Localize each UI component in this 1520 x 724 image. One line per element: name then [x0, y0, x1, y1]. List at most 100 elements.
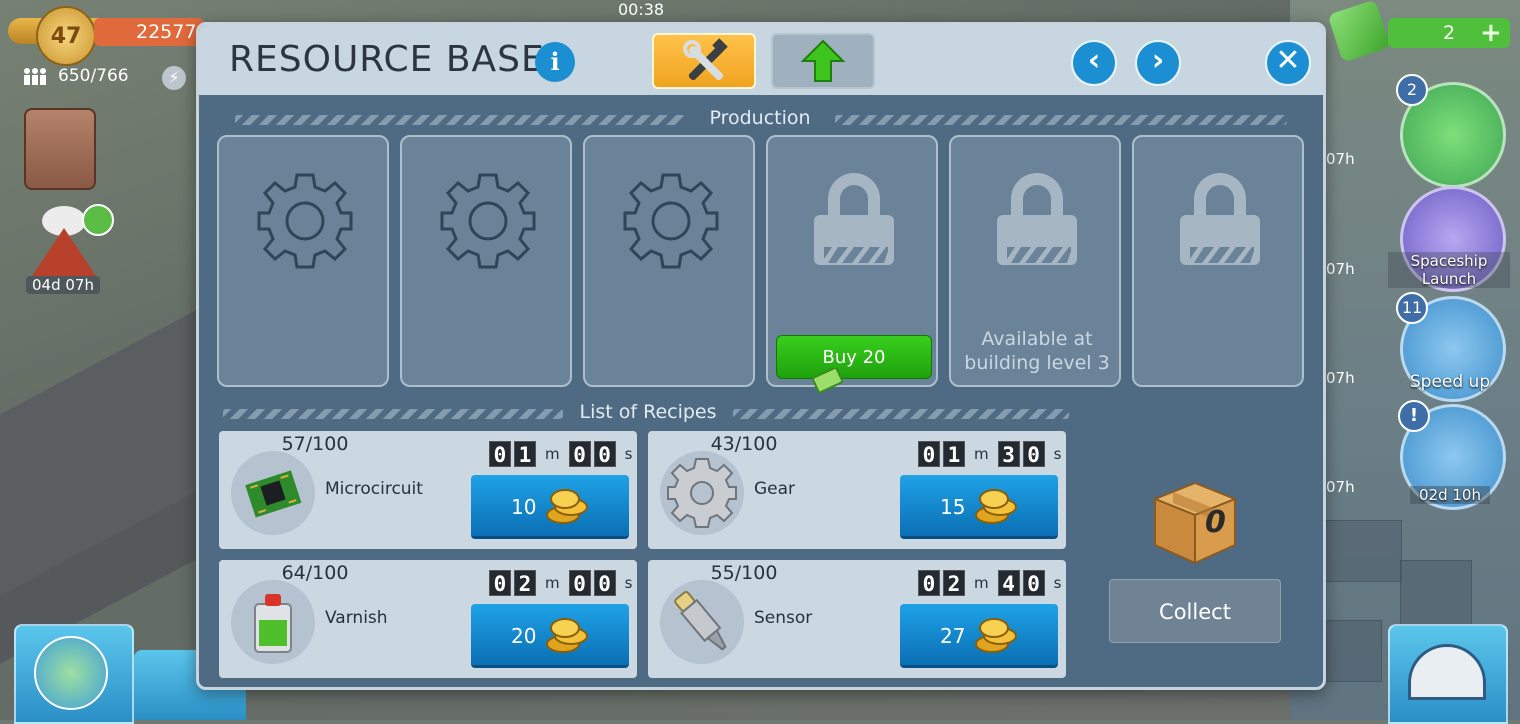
recipe-price: 15	[940, 495, 966, 519]
locked-production-slot[interactable]	[1132, 135, 1304, 387]
timer-digit: 1	[514, 441, 536, 467]
recipe-duration: 02 m 00 s	[489, 570, 638, 596]
side-timer: 07h	[1326, 369, 1355, 387]
dialog-header: RESOURCE BASE i ‹ › ✕	[199, 25, 1323, 95]
speed-up-label: Speed up	[1409, 372, 1491, 392]
timer-digit: 0	[918, 441, 940, 467]
produce-sensor-button[interactable]: 27	[900, 604, 1058, 668]
recipes-label: List of Recipes	[579, 401, 717, 423]
timer-digit: 0	[593, 570, 616, 596]
sensor-icon	[660, 580, 744, 664]
seconds-unit: s	[1053, 445, 1062, 463]
tab-production[interactable]	[652, 33, 756, 89]
buy-slot-button[interactable]: Buy 20	[776, 335, 932, 394]
recipe-price: 20	[511, 624, 537, 648]
xp-counter[interactable]: 22577	[94, 18, 204, 46]
lock-icon	[997, 173, 1077, 265]
section-divider	[733, 409, 1069, 419]
close-button[interactable]: ✕	[1265, 40, 1311, 86]
timer-digit: 0	[1022, 570, 1045, 596]
timer-digit: 2	[943, 570, 965, 596]
lock-icon	[1180, 173, 1260, 265]
buy-slot-label: Buy 20	[822, 347, 886, 368]
timer-digit: 1	[943, 441, 965, 467]
production-slot[interactable]	[217, 135, 389, 387]
tools-icon	[683, 38, 728, 81]
population-value: 650/766	[58, 66, 129, 86]
recipe-price: 10	[511, 495, 537, 519]
recipe-card: 43/100 Gear 01 m 30 s 15	[648, 431, 1066, 549]
city-building	[1320, 620, 1382, 682]
recipe-duration: 02 m 40 s	[918, 570, 1067, 596]
recipe-card: 57/100 Microcircuit 01 m 00 s 10	[219, 431, 637, 549]
coins-icon	[975, 489, 1017, 524]
side-timer: 07h	[1326, 260, 1355, 278]
timer-digit: 3	[997, 441, 1020, 467]
info-button[interactable]: i	[535, 42, 575, 82]
recipe-card: 55/100 Sensor 02 m 40 s 27	[648, 560, 1066, 678]
spaceship-launch-label: Spaceship Launch	[1388, 252, 1510, 288]
gear-icon	[440, 173, 536, 269]
coins-icon	[546, 489, 588, 524]
gear-icon	[660, 451, 744, 535]
lock-icon	[814, 173, 894, 265]
alert-icon: !	[1398, 400, 1430, 432]
wallet-icon[interactable]	[24, 108, 96, 190]
timer-digit: 0	[489, 441, 511, 467]
minutes-unit: m	[974, 445, 989, 463]
timer-digit: 0	[568, 570, 591, 596]
section-divider	[835, 115, 1287, 125]
seconds-unit: s	[624, 445, 633, 463]
timer-digit: 0	[1022, 441, 1045, 467]
coins-icon	[975, 618, 1017, 653]
timer-digit: 0	[593, 441, 616, 467]
radar-badge: 11	[1396, 292, 1428, 324]
hangar-icon	[1408, 644, 1486, 700]
varnish-can-icon	[231, 580, 315, 664]
produce-microcircuit-button[interactable]: 10	[471, 475, 629, 539]
collect-button[interactable]: Collect	[1109, 579, 1281, 643]
slot-unlock-note: Available at building level 3	[964, 328, 1110, 374]
add-cash-button[interactable]: +	[1480, 20, 1506, 46]
produce-varnish-button[interactable]: 20	[471, 604, 629, 668]
recipe-duration: 01 m 00 s	[489, 441, 638, 467]
minutes-unit: m	[974, 574, 989, 592]
section-divider	[235, 115, 685, 125]
recipe-card: 64/100 Varnish 02 m 00 s 20	[219, 560, 637, 678]
section-divider	[223, 409, 563, 419]
people-icon	[24, 68, 46, 85]
storage-count: 0	[1205, 505, 1226, 540]
tab-upgrade[interactable]	[771, 33, 875, 89]
timer-digit: 0	[918, 570, 940, 596]
timer-digit: 2	[514, 570, 536, 596]
volcano-cone	[32, 228, 96, 276]
cash-icon	[812, 368, 844, 394]
recipe-duration: 01 m 30 s	[918, 441, 1067, 467]
clock: 00:38	[618, 0, 665, 19]
hangar-button[interactable]	[1388, 624, 1508, 724]
timer-digit: 0	[489, 570, 511, 596]
dialog-title: RESOURCE BASE	[229, 39, 545, 80]
side-timer: 07h	[1326, 478, 1355, 496]
recipe-price: 27	[940, 624, 966, 648]
minutes-unit: m	[545, 445, 560, 463]
gauge-timer: 02d 10h	[1410, 486, 1490, 504]
locked-production-slot[interactable]: Available at building level 3	[949, 135, 1121, 387]
production-slot[interactable]	[583, 135, 755, 387]
world-map-button[interactable]	[14, 624, 134, 724]
locked-production-slot[interactable]: Buy 20	[766, 135, 938, 394]
recipe-name: Gear	[754, 479, 796, 499]
production-slot[interactable]	[400, 135, 572, 387]
previous-button[interactable]: ‹	[1071, 40, 1117, 86]
next-button[interactable]: ›	[1135, 40, 1181, 86]
produce-gear-button[interactable]: 15	[900, 475, 1058, 539]
timer-digit: 4	[997, 570, 1020, 596]
gift-icon[interactable]	[82, 204, 114, 236]
storage-box-icon: 0	[1147, 475, 1243, 567]
upgrade-arrow-icon	[800, 39, 846, 82]
level-number: 47	[36, 6, 96, 66]
population-counter[interactable]: 650/766	[22, 66, 129, 86]
timer-digit: 0	[568, 441, 591, 467]
side-timer: 07h	[1326, 150, 1355, 168]
energy-icon[interactable]: ⚡	[162, 66, 186, 90]
